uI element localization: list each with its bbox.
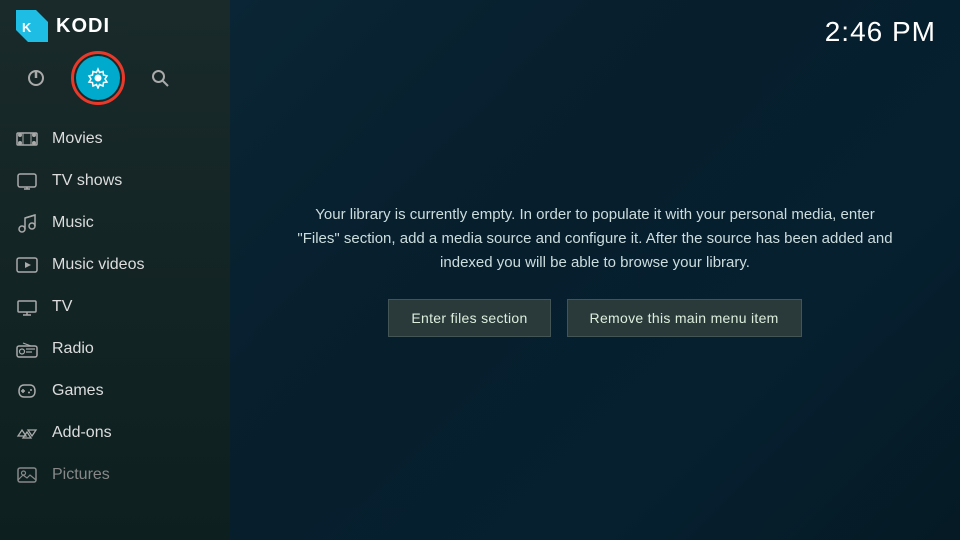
settings-gear-icon	[87, 67, 109, 89]
sidebar-item-movies[interactable]: Movies	[0, 118, 230, 160]
kodi-logo-icon: K	[16, 10, 48, 42]
sidebar-item-musicvideos[interactable]: Music videos	[0, 244, 230, 286]
search-icon	[150, 68, 170, 88]
sidebar-item-tv[interactable]: TV	[0, 286, 230, 328]
sidebar-item-label-movies: Movies	[52, 130, 103, 148]
sidebar-item-label-music: Music	[52, 214, 94, 232]
tvshows-icon	[16, 170, 38, 192]
musicvideos-icon	[16, 254, 38, 276]
movies-icon	[16, 128, 38, 150]
games-icon	[16, 380, 38, 402]
sidebar-item-music[interactable]: Music	[0, 202, 230, 244]
sidebar-item-radio[interactable]: Radio	[0, 328, 230, 370]
music-icon	[16, 212, 38, 234]
sidebar-item-games[interactable]: Games	[0, 370, 230, 412]
main-content: 2:46 PM Your library is currently empty.…	[230, 0, 960, 540]
clock-display: 2:46 PM	[825, 16, 936, 48]
sidebar-item-pictures[interactable]: Pictures	[0, 454, 230, 496]
search-button[interactable]	[138, 56, 182, 100]
settings-button[interactable]	[76, 56, 120, 100]
sidebar-item-label-tv: TV	[52, 298, 72, 316]
sidebar-item-addons[interactable]: Add-ons	[0, 412, 230, 454]
power-icon	[26, 68, 46, 88]
pictures-icon	[16, 464, 38, 486]
addons-icon	[16, 422, 38, 444]
app-title: KODI	[56, 15, 110, 38]
enter-files-button[interactable]: Enter files section	[388, 299, 550, 337]
tv-icon	[16, 296, 38, 318]
sidebar-item-label-addons: Add-ons	[52, 424, 112, 442]
sidebar-item-label-games: Games	[52, 382, 104, 400]
library-description: Your library is currently empty. In orde…	[295, 203, 895, 275]
remove-menu-item-button[interactable]: Remove this main menu item	[567, 299, 802, 337]
sidebar-item-label-tvshows: TV shows	[52, 172, 122, 190]
app-header: K KODI	[0, 0, 230, 52]
library-empty-message: Your library is currently empty. In orde…	[275, 183, 915, 357]
sidebar-item-label-musicvideos: Music videos	[52, 256, 144, 274]
sidebar-item-label-radio: Radio	[52, 340, 94, 358]
radio-icon	[16, 338, 38, 360]
svg-text:K: K	[22, 20, 32, 35]
sidebar-item-tvshows[interactable]: TV shows	[0, 160, 230, 202]
sidebar-nav: Movies TV shows M	[0, 114, 230, 540]
sidebar: K KODI	[0, 0, 230, 540]
top-icon-row	[0, 52, 230, 114]
action-buttons: Enter files section Remove this main men…	[295, 299, 895, 337]
power-button[interactable]	[14, 56, 58, 100]
sidebar-item-label-pictures: Pictures	[52, 466, 110, 484]
